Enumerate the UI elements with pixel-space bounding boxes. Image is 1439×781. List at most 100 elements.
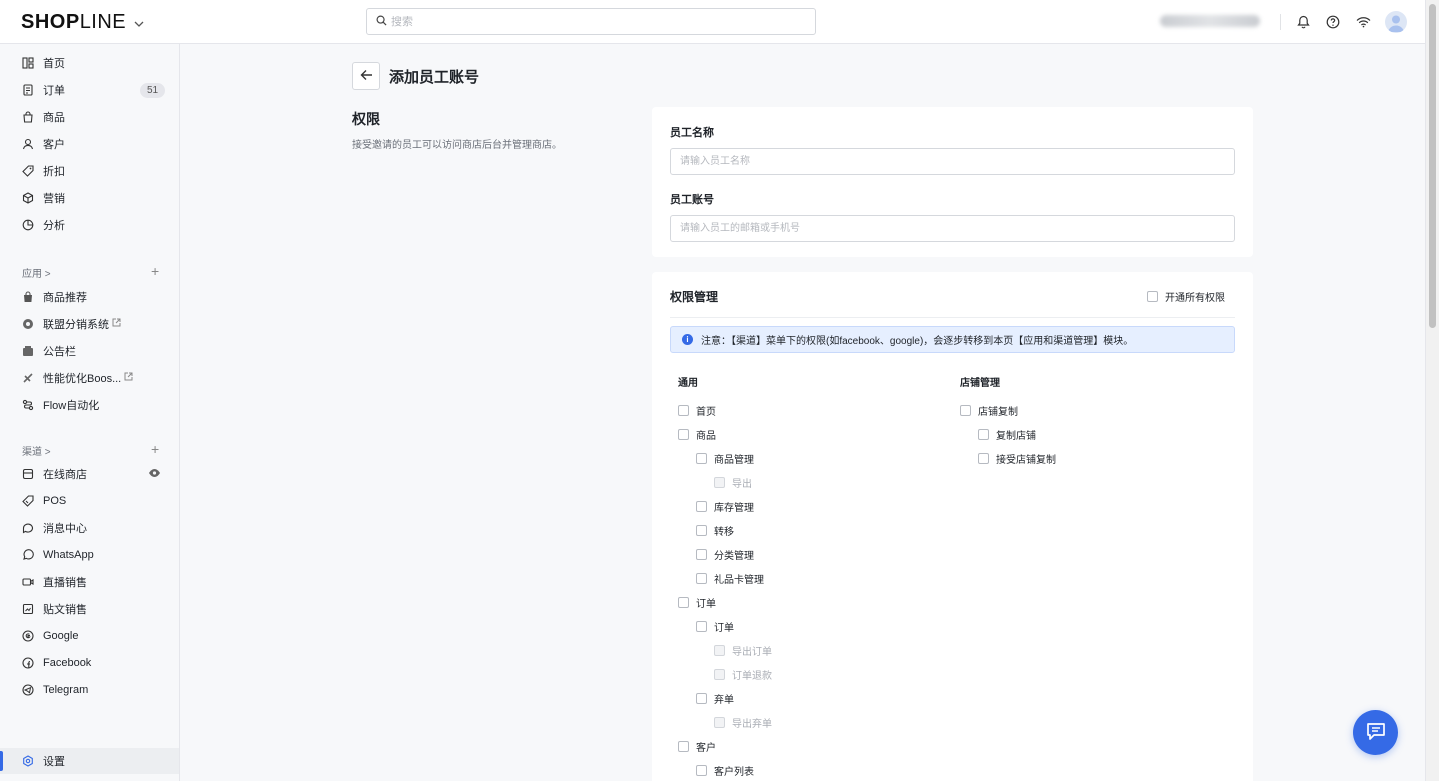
sidebar-item-online-store[interactable]: 在线商店	[0, 461, 179, 487]
checkbox[interactable]	[1147, 291, 1158, 302]
sidebar-item-message-center[interactable]: 消息中心	[0, 515, 179, 541]
sidebar-item-orders[interactable]: 订单 51	[0, 77, 179, 103]
shopline-logo[interactable]: SHOPLINE	[21, 11, 144, 34]
sidebar-item-product-recommend[interactable]: 商品推荐	[0, 284, 179, 310]
store-name[interactable]: ████████	[1160, 15, 1260, 27]
sidebar-item-settings[interactable]: 设置	[0, 748, 179, 774]
checkbox[interactable]	[696, 621, 707, 632]
permission-checkbox-row[interactable]: 商品	[678, 427, 716, 442]
permission-checkbox-row[interactable]: 店铺复制	[960, 403, 1018, 418]
permission-label: 客户列表	[714, 767, 754, 778]
chevron-down-icon[interactable]	[134, 16, 144, 30]
staff-name-input[interactable]	[670, 148, 1235, 175]
permission-checkbox-row[interactable]: 库存管理	[696, 499, 754, 514]
checkbox[interactable]	[678, 405, 689, 416]
checkbox	[714, 669, 725, 680]
sidebar-item-google[interactable]: Google	[0, 623, 179, 649]
bell-icon[interactable]	[1294, 13, 1312, 31]
sidebar-item-label: 消息中心	[43, 523, 87, 535]
scrollbar[interactable]	[1425, 0, 1439, 781]
checkbox[interactable]	[960, 405, 971, 416]
permission-checkbox-row[interactable]: 复制店铺	[978, 427, 1036, 442]
sidebar-item-label: 订单	[43, 85, 65, 97]
permission-checkbox-row[interactable]: 分类管理	[696, 547, 754, 562]
checkbox[interactable]	[696, 501, 707, 512]
sidebar-item-label: 折扣	[43, 166, 65, 178]
eye-icon[interactable]	[148, 468, 161, 481]
permission-label: 导出订单	[732, 647, 772, 658]
pos-icon	[22, 495, 34, 507]
chat-support-button[interactable]	[1353, 710, 1398, 755]
sidebar-item-flow[interactable]: Flow自动化	[0, 392, 179, 418]
checkbox[interactable]	[696, 765, 707, 776]
checkbox[interactable]	[696, 549, 707, 560]
search-box[interactable]	[366, 8, 816, 35]
permission-checkbox-row: 导出订单	[714, 643, 772, 658]
checkbox	[714, 645, 725, 656]
checkbox[interactable]	[696, 453, 707, 464]
permission-checkbox-row[interactable]: 订单	[696, 619, 734, 634]
permission-checkbox-row[interactable]: 订单	[678, 595, 716, 610]
sidebar-item-announcement[interactable]: 公告栏	[0, 338, 179, 364]
avatar[interactable]	[1385, 11, 1407, 33]
search-input[interactable]	[391, 15, 791, 28]
sidebar-item-label: 直播销售	[43, 577, 87, 589]
apps-section-label[interactable]: 应用 >	[22, 265, 51, 280]
sidebar-item-post-selling[interactable]: 贴文销售	[0, 596, 179, 622]
permission-checkbox-row[interactable]: 接受店铺复制	[978, 451, 1056, 466]
sidebar-item-marketing[interactable]: 营销	[0, 185, 179, 211]
permission-checkbox-row[interactable]: 客户	[678, 739, 716, 754]
sidebar-item-products[interactable]: 商品	[0, 104, 179, 130]
sidebar-item-customers[interactable]: 客户	[0, 131, 179, 157]
sidebar-item-discounts[interactable]: 折扣	[0, 158, 179, 184]
back-button[interactable]	[352, 62, 380, 90]
sidebar-item-label: 公告栏	[43, 346, 76, 358]
scrollbar-thumb[interactable]	[1429, 4, 1436, 328]
sidebar-item-home[interactable]: 首页	[0, 50, 179, 76]
sidebar-item-analytics[interactable]: 分析	[0, 212, 179, 238]
permission-label: 商品	[696, 431, 716, 442]
sidebar-item-label: 联盟分销系统	[43, 319, 109, 331]
enable-all-checkbox[interactable]: 开通所有权限	[1147, 289, 1225, 304]
sidebar-item-affiliate[interactable]: 联盟分销系统	[0, 311, 179, 337]
channels-section-label[interactable]: 渠道 >	[22, 443, 51, 458]
permission-checkbox-row[interactable]: 首页	[678, 403, 716, 418]
add-channel-icon[interactable]: +	[151, 442, 159, 456]
permission-checkbox-row[interactable]: 礼品卡管理	[696, 571, 764, 586]
sidebar-item-live-selling[interactable]: 直播销售	[0, 569, 179, 595]
staff-account-input[interactable]	[670, 215, 1235, 242]
app-icon	[22, 372, 34, 384]
checkbox[interactable]	[678, 429, 689, 440]
checkbox[interactable]	[696, 525, 707, 536]
permission-checkbox-row[interactable]: 商品管理	[696, 451, 754, 466]
checkbox[interactable]	[978, 453, 989, 464]
permission-checkbox-row[interactable]: 转移	[696, 523, 734, 538]
app-icon	[22, 291, 34, 303]
order-icon	[22, 84, 34, 96]
checkbox[interactable]	[678, 597, 689, 608]
checkbox[interactable]	[696, 573, 707, 584]
help-icon[interactable]	[1324, 13, 1342, 31]
sidebar-item-pos[interactable]: POS	[0, 488, 179, 514]
permission-label: 订单	[696, 599, 716, 610]
sidebar-item-telegram[interactable]: Telegram	[0, 677, 179, 703]
permission-checkbox-row[interactable]: 客户列表	[696, 763, 754, 778]
permission-checkbox-row: 导出弃单	[714, 715, 772, 730]
sidebar-item-label: 设置	[43, 756, 65, 768]
permission-checkbox-row[interactable]: 弃单	[696, 691, 734, 706]
staff-account-label: 员工账号	[670, 194, 714, 206]
sidebar-item-whatsapp[interactable]: WhatsApp	[0, 542, 179, 568]
sidebar-item-label: Google	[43, 630, 79, 642]
store-column-title: 店铺管理	[960, 378, 1000, 389]
checkbox[interactable]	[696, 693, 707, 704]
checkbox[interactable]	[678, 741, 689, 752]
add-app-icon[interactable]: +	[151, 264, 159, 278]
wifi-icon[interactable]	[1354, 13, 1372, 31]
permission-label: 礼品卡管理	[714, 575, 764, 586]
whatsapp-icon	[22, 549, 34, 561]
checkbox[interactable]	[978, 429, 989, 440]
sidebar-item-facebook[interactable]: Facebook	[0, 650, 179, 676]
permission-label: 接受店铺复制	[996, 455, 1056, 466]
page-title: 添加员工账号	[389, 69, 480, 86]
sidebar-item-performance[interactable]: 性能优化Boos...	[0, 365, 179, 391]
